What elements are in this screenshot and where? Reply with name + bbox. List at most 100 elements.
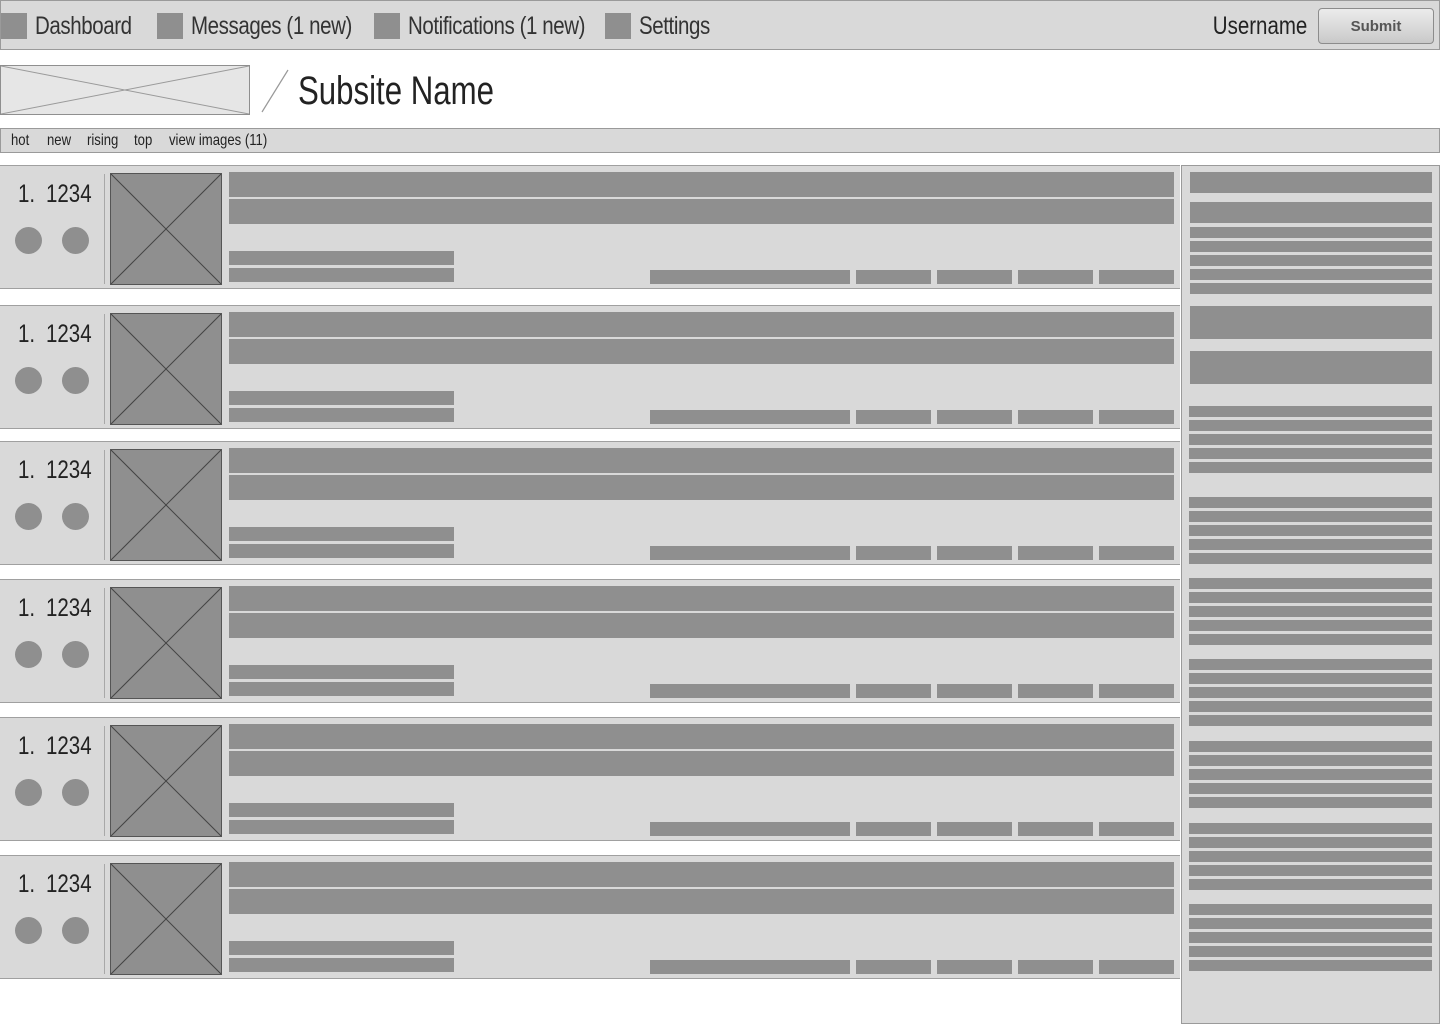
post-action-placeholder[interactable] [1018, 410, 1093, 424]
post-action-placeholder[interactable] [1018, 546, 1093, 560]
post-meta-line-placeholder [229, 941, 454, 955]
square-icon [1, 13, 27, 39]
tab-new[interactable]: new [47, 129, 71, 153]
sidebar-line-placeholder [1189, 462, 1432, 473]
sidebar-line-placeholder [1189, 879, 1432, 890]
post-action-placeholder[interactable] [937, 684, 1012, 698]
sidebar-line-placeholder [1189, 553, 1432, 564]
downvote-button[interactable] [62, 503, 89, 530]
sidebar-line-placeholder [1189, 511, 1432, 522]
upvote-button[interactable] [15, 779, 42, 806]
downvote-button[interactable] [62, 367, 89, 394]
tab-top[interactable]: top [134, 129, 152, 153]
nav-settings-label: Settings [639, 11, 710, 40]
post-action-placeholder[interactable] [650, 822, 850, 836]
post-action-placeholder[interactable] [1099, 410, 1174, 424]
post-action-placeholder[interactable] [650, 546, 850, 560]
post-action-placeholder[interactable] [1099, 546, 1174, 560]
sidebar-line-placeholder [1189, 797, 1432, 808]
post-title-line-placeholder [229, 172, 1174, 197]
post-row[interactable]: 1. 1234 [0, 579, 1180, 703]
post-rank: 1. [18, 180, 36, 208]
post-action-placeholder[interactable] [1018, 960, 1093, 974]
post-action-placeholder[interactable] [856, 270, 931, 284]
sidebar-block-placeholder [1190, 306, 1432, 339]
post-action-placeholder[interactable] [1018, 822, 1093, 836]
post-rank: 1. [18, 870, 36, 898]
site-logo[interactable] [0, 65, 250, 115]
sidebar [1181, 165, 1440, 1024]
post-title-line-placeholder [229, 862, 1174, 887]
nav-notifications-label: Notifications (1 new) [408, 11, 586, 40]
nav-messages[interactable]: Messages (1 new) [157, 1, 387, 51]
post-action-placeholder[interactable] [937, 546, 1012, 560]
post-action-placeholder[interactable] [650, 960, 850, 974]
post-action-placeholder[interactable] [856, 960, 931, 974]
post-title-line-placeholder [229, 586, 1174, 611]
upvote-button[interactable] [15, 503, 42, 530]
post-row[interactable]: 1. 1234 [0, 165, 1180, 289]
post-action-placeholder[interactable] [650, 410, 850, 424]
submit-button[interactable]: Submit [1318, 8, 1434, 44]
downvote-button[interactable] [62, 917, 89, 944]
sidebar-line-placeholder [1189, 783, 1432, 794]
post-title-line-placeholder [229, 312, 1174, 337]
post-thumbnail[interactable] [110, 863, 222, 975]
post-action-placeholder[interactable] [856, 410, 931, 424]
post-action-placeholder[interactable] [1099, 684, 1174, 698]
post-action-placeholder[interactable] [1099, 960, 1174, 974]
sidebar-line-placeholder [1189, 960, 1432, 971]
downvote-button[interactable] [62, 779, 89, 806]
post-meta-line-placeholder [229, 544, 454, 558]
upvote-button[interactable] [15, 917, 42, 944]
post-action-placeholder[interactable] [856, 684, 931, 698]
downvote-button[interactable] [62, 227, 89, 254]
post-action-placeholder[interactable] [937, 960, 1012, 974]
post-action-placeholder[interactable] [1099, 270, 1174, 284]
post-thumbnail[interactable] [110, 587, 222, 699]
nav-dashboard[interactable]: Dashboard [1, 1, 153, 51]
sidebar-line-placeholder [1190, 241, 1432, 252]
post-action-placeholder[interactable] [1018, 270, 1093, 284]
post-action-placeholder[interactable] [937, 822, 1012, 836]
tab-rising[interactable]: rising [87, 129, 118, 153]
post-thumbnail[interactable] [110, 173, 222, 285]
site-name[interactable]: Subsite Name [298, 66, 494, 116]
sidebar-line-placeholder [1189, 755, 1432, 766]
post-row[interactable]: 1. 1234 [0, 855, 1180, 979]
post-row[interactable]: 1. 1234 [0, 717, 1180, 841]
image-placeholder-icon [111, 726, 221, 836]
username-link[interactable]: Username [1212, 1, 1307, 51]
nav-notifications[interactable]: Notifications (1 new) [374, 1, 624, 51]
sidebar-line-placeholder [1189, 741, 1432, 752]
upvote-button[interactable] [15, 641, 42, 668]
post-action-placeholder[interactable] [856, 546, 931, 560]
post-action-placeholder[interactable] [1018, 684, 1093, 698]
downvote-button[interactable] [62, 641, 89, 668]
post-divider [104, 174, 105, 284]
upvote-button[interactable] [15, 227, 42, 254]
post-action-placeholder[interactable] [937, 270, 1012, 284]
sidebar-line-placeholder [1189, 701, 1432, 712]
nav-settings[interactable]: Settings [605, 1, 725, 51]
upvote-button[interactable] [15, 367, 42, 394]
post-thumbnail[interactable] [110, 313, 222, 425]
post-action-placeholder[interactable] [650, 270, 850, 284]
post-meta-line-placeholder [229, 803, 454, 817]
post-thumbnail[interactable] [110, 449, 222, 561]
post-action-placeholder[interactable] [1099, 822, 1174, 836]
sidebar-line-placeholder [1189, 946, 1432, 957]
post-action-placeholder[interactable] [650, 684, 850, 698]
post-meta-line-placeholder [229, 251, 454, 265]
post-action-placeholder[interactable] [856, 822, 931, 836]
post-row[interactable]: 1. 1234 [0, 441, 1180, 565]
image-placeholder-icon [111, 450, 221, 560]
tab-view-images[interactable]: view images (11) [169, 129, 267, 153]
tab-hot[interactable]: hot [11, 129, 29, 153]
breadcrumb-separator [261, 69, 289, 113]
post-title-line-placeholder [229, 199, 1174, 224]
post-row[interactable]: 1. 1234 [0, 305, 1180, 429]
post-meta-line-placeholder [229, 268, 454, 282]
post-action-placeholder[interactable] [937, 410, 1012, 424]
post-thumbnail[interactable] [110, 725, 222, 837]
